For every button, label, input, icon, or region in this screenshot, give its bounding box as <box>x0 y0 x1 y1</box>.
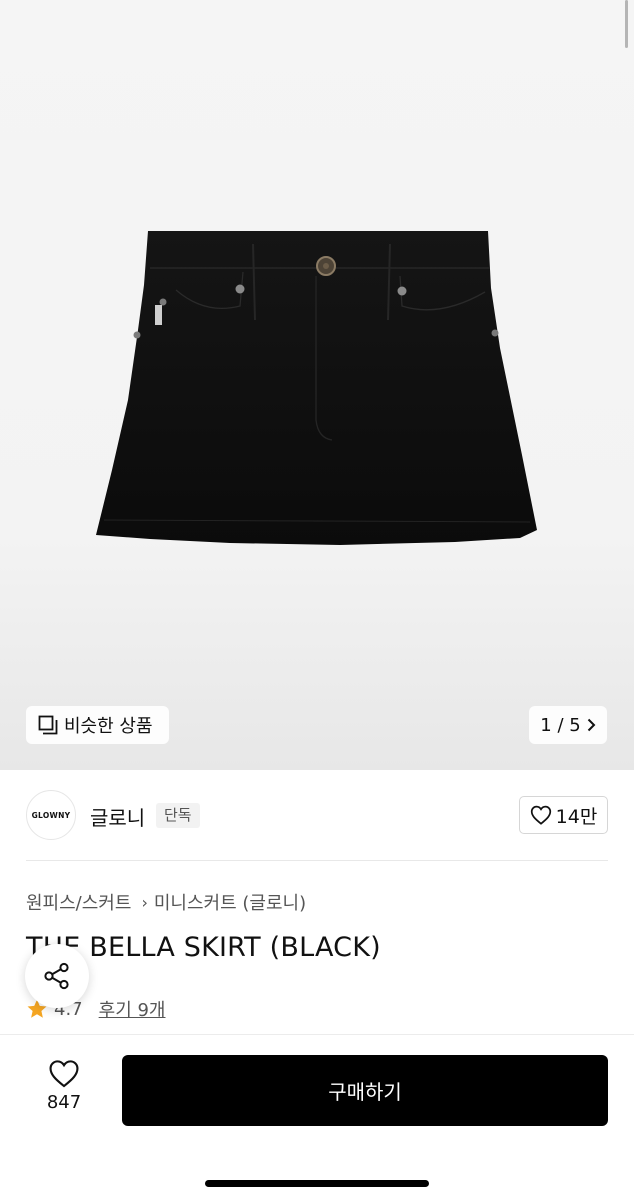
wishlist-button[interactable]: 847 <box>26 1059 102 1113</box>
scroll-indicator[interactable] <box>625 0 628 48</box>
breadcrumb-subcategory[interactable]: 미니스커트 (글로니) <box>154 889 306 915</box>
brand-like-button[interactable]: 14만 <box>519 796 608 834</box>
wishlist-count: 847 <box>46 1092 82 1113</box>
heart-icon <box>49 1060 79 1088</box>
chevron-right-icon: › <box>141 892 148 912</box>
buy-button[interactable]: 구매하기 <box>122 1055 608 1126</box>
home-indicator[interactable] <box>205 1180 429 1187</box>
share-button[interactable] <box>25 944 89 1008</box>
copy-icon <box>38 715 58 735</box>
product-image-skirt <box>96 231 537 545</box>
divider <box>26 860 608 861</box>
brand-like-count: 14만 <box>555 805 598 828</box>
breadcrumb: 원피스/스커트 › 미니스커트 (글로니) <box>26 889 306 915</box>
image-counter-text: 1 / 5 <box>540 714 581 736</box>
brand-row: GLOWNY 글로니 단독 14만 <box>26 790 608 842</box>
bottom-action-bar: 847 구매하기 <box>0 1034 634 1200</box>
exclusive-badge: 단독 <box>156 803 200 828</box>
brand-logo[interactable]: GLOWNY <box>26 790 76 840</box>
share-icon <box>44 962 69 990</box>
similar-products-label: 비슷한 상품 <box>64 716 153 737</box>
similar-products-button[interactable]: 비슷한 상품 <box>26 706 169 744</box>
brand-logo-text: GLOWNY <box>31 810 71 820</box>
breadcrumb-category[interactable]: 원피스/스커트 <box>26 889 131 915</box>
brand-name[interactable]: 글로니 <box>90 802 145 831</box>
chevron-right-icon <box>587 718 596 732</box>
product-image-carousel[interactable]: 비슷한 상품 1 / 5 <box>0 0 634 770</box>
image-counter-button[interactable]: 1 / 5 <box>529 706 607 744</box>
reviews-link[interactable]: 후기 9개 <box>99 996 166 1022</box>
heart-icon <box>530 805 551 825</box>
